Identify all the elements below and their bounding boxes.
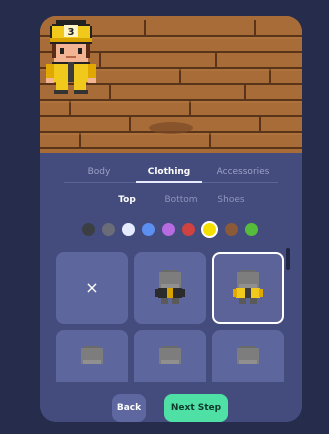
color-swatch[interactable] <box>122 223 135 236</box>
yellow-jacket-icon <box>233 270 263 304</box>
tab-body[interactable]: Body <box>70 161 128 183</box>
item-tile[interactable] <box>134 330 206 382</box>
color-swatch[interactable] <box>142 223 155 236</box>
item-tile[interactable] <box>212 330 284 382</box>
gray-silhouette-icon <box>159 346 181 364</box>
next-step-button[interactable]: Next Step <box>164 394 228 422</box>
color-swatch[interactable] <box>182 223 195 236</box>
hat-badge-text: 3 <box>68 27 75 38</box>
gray-silhouette-icon <box>81 346 103 364</box>
tab-accessories[interactable]: Accessories <box>208 161 278 183</box>
color-swatch-row <box>82 220 272 238</box>
subtab-shoes[interactable]: Shoes <box>210 190 252 210</box>
color-swatch[interactable] <box>162 223 175 236</box>
color-swatch[interactable] <box>82 223 95 236</box>
character-avatar: 3 <box>46 20 96 94</box>
black-jacket-icon <box>155 270 185 304</box>
color-swatch[interactable] <box>225 223 238 236</box>
active-tab-indicator <box>136 181 202 183</box>
color-swatch-selected[interactable] <box>201 221 218 238</box>
footer-actions: Back Next Step <box>40 386 302 422</box>
gray-silhouette-icon <box>237 346 259 364</box>
color-swatch[interactable] <box>245 223 258 236</box>
subtab-bottom[interactable]: Bottom <box>150 190 212 210</box>
avatar-preview-stage: 3 <box>40 16 302 153</box>
item-tile[interactable] <box>56 330 128 382</box>
item-grid-scrollbar[interactable] <box>286 248 290 270</box>
item-tile-none[interactable]: × <box>56 252 128 324</box>
none-x-icon: × <box>85 278 99 297</box>
item-grid: × <box>56 252 286 382</box>
tab-clothing[interactable]: Clothing <box>136 161 202 183</box>
back-button[interactable]: Back <box>112 394 146 422</box>
item-tile-yellow-jacket[interactable] <box>212 252 284 324</box>
color-swatch[interactable] <box>102 223 115 236</box>
avatar-editor-card: 3 Body Clothing Accessories Top Bottom S… <box>40 16 302 422</box>
item-tile-black-jacket[interactable] <box>134 252 206 324</box>
subtab-top[interactable]: Top <box>104 190 150 210</box>
